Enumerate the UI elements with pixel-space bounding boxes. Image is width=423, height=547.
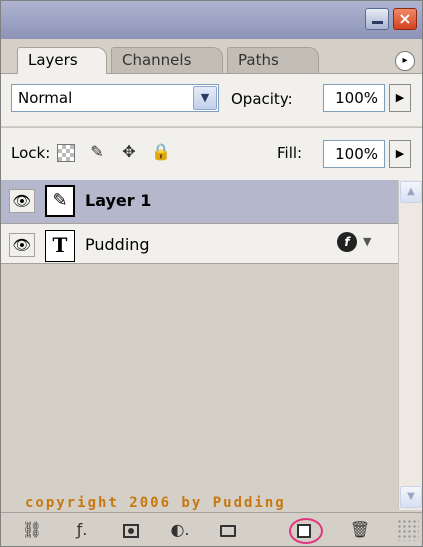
add-mask-icon[interactable] bbox=[119, 519, 143, 541]
eye-icon[interactable]: 👁 bbox=[9, 189, 35, 213]
fill-slider-button[interactable]: ▶ bbox=[389, 140, 411, 168]
copyright-watermark: copyright 2006 by Pudding bbox=[25, 495, 286, 511]
opacity-label: Opacity: bbox=[231, 90, 293, 108]
move-lock-icon[interactable]: ✥ bbox=[119, 142, 139, 162]
fill-label: Fill: bbox=[277, 144, 303, 162]
padlock-icon[interactable]: 🔒 bbox=[151, 142, 171, 162]
layer-effects-icon[interactable]: f bbox=[337, 232, 357, 252]
close-button[interactable]: × bbox=[393, 8, 417, 30]
new-group-folder-icon[interactable] bbox=[215, 519, 241, 541]
expand-effects-icon[interactable]: ▼ bbox=[363, 235, 371, 248]
transparency-lock-icon[interactable] bbox=[57, 144, 75, 162]
opacity-field[interactable]: 100% bbox=[323, 84, 385, 112]
layer-row-pudding[interactable]: 👁 T Pudding f ▼ bbox=[1, 224, 398, 264]
brush-thumbnail-icon[interactable]: ✎ bbox=[45, 185, 75, 217]
opacity-slider-button[interactable]: ▶ bbox=[389, 84, 411, 112]
link-icon[interactable]: ⛓ bbox=[17, 519, 47, 541]
tab-channels[interactable]: Channels bbox=[111, 47, 223, 73]
panel-menu-button[interactable]: ▸ bbox=[395, 51, 415, 71]
adjustment-layer-icon[interactable]: ◐. bbox=[165, 519, 195, 541]
title-bar[interactable]: × bbox=[1, 1, 422, 39]
layer-row-layer-1[interactable]: 👁 ✎ Layer 1 bbox=[1, 180, 398, 224]
new-layer-icon bbox=[297, 523, 311, 538]
new-layer-button[interactable] bbox=[291, 519, 317, 541]
layer-list: 👁 ✎ Layer 1 👁 T Pudding f ▼ bbox=[1, 180, 422, 510]
blend-mode-select[interactable]: Normal ▼ bbox=[11, 84, 219, 112]
fill-field[interactable]: 100% bbox=[323, 140, 385, 168]
lock-row: Lock: ✎ ✥ 🔒 Fill: 100% ▶ bbox=[1, 127, 422, 181]
text-layer-icon[interactable]: T bbox=[45, 230, 75, 262]
blend-mode-value: Normal bbox=[18, 89, 73, 107]
layer-name[interactable]: Layer 1 bbox=[85, 191, 151, 210]
layers-panel: × Layers Channels Paths ▸ Normal ▼ Opaci… bbox=[0, 0, 423, 547]
vertical-scrollbar[interactable]: ▲ ▼ bbox=[398, 180, 422, 510]
layer-name[interactable]: Pudding bbox=[85, 235, 150, 254]
trash-icon[interactable]: 🗑 bbox=[347, 519, 373, 541]
tab-paths[interactable]: Paths bbox=[227, 47, 319, 73]
bottom-toolbar: ⛓ ƒ. ◐. 🗑 bbox=[1, 512, 422, 546]
scroll-up-icon[interactable]: ▲ bbox=[400, 181, 422, 203]
scroll-down-icon[interactable]: ▼ bbox=[400, 486, 422, 508]
resize-grip-icon[interactable] bbox=[397, 519, 419, 541]
lock-label: Lock: bbox=[11, 144, 51, 162]
tab-layers[interactable]: Layers bbox=[17, 47, 107, 74]
tab-bar: Layers Channels Paths ▸ bbox=[1, 39, 422, 74]
layer-style-icon[interactable]: ƒ. bbox=[67, 519, 97, 541]
eye-icon[interactable]: 👁 bbox=[9, 233, 35, 257]
paintbrush-lock-icon[interactable]: ✎ bbox=[87, 142, 107, 162]
chevron-down-icon[interactable]: ▼ bbox=[193, 86, 217, 110]
minimize-button[interactable] bbox=[365, 8, 389, 30]
blend-row: Normal ▼ Opacity: 100% ▶ bbox=[1, 74, 422, 126]
minimize-icon bbox=[371, 20, 383, 24]
